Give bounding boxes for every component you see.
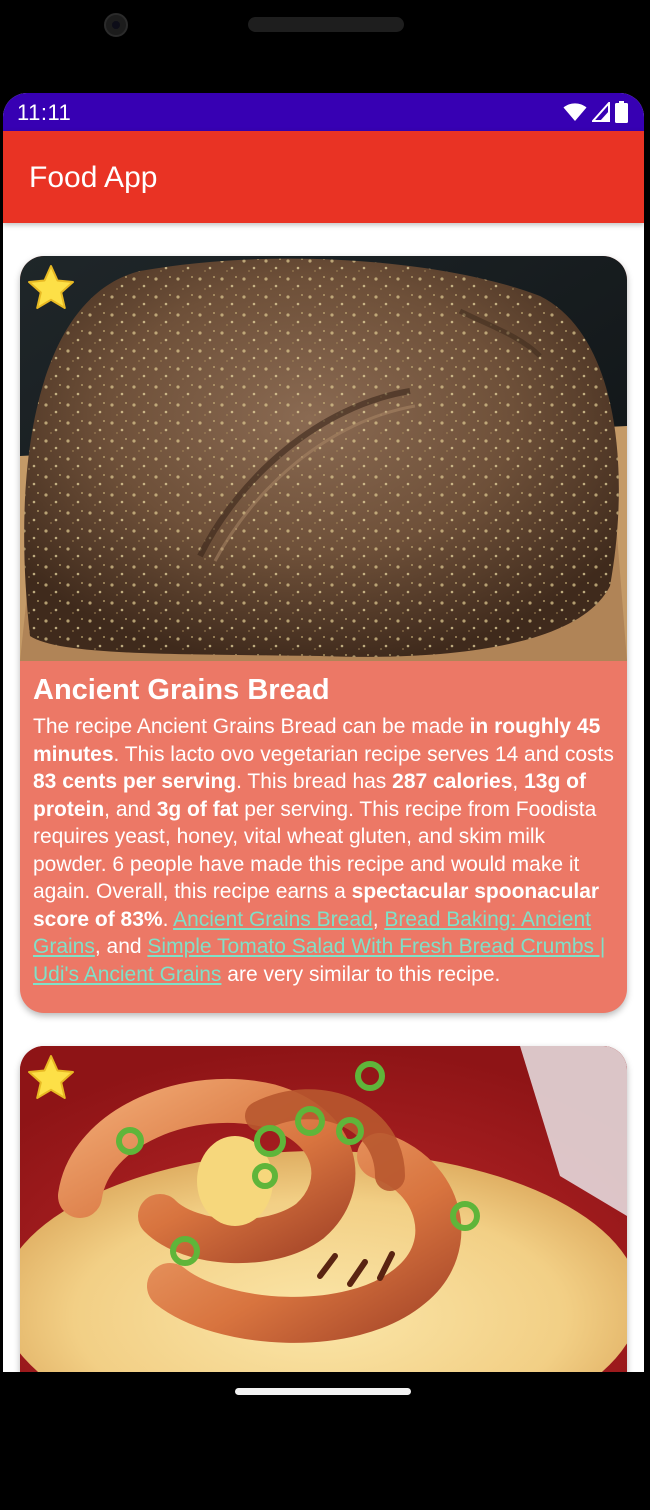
summary-text: are very similar to this recipe.	[221, 962, 501, 986]
wifi-icon	[563, 103, 587, 121]
star-icon[interactable]	[26, 264, 76, 312]
summary-text: The recipe Ancient Grains Bread can be m…	[33, 715, 470, 738]
earpiece-speaker	[248, 17, 404, 32]
bread-loaf-image	[20, 256, 627, 661]
summary-text: , and	[94, 935, 148, 958]
recipe-card-body: Ancient Grains Bread The recipe Ancient …	[20, 661, 627, 988]
cell-signal-icon	[592, 102, 610, 122]
star-icon[interactable]	[26, 1054, 76, 1102]
recipe-card[interactable]	[20, 1046, 627, 1372]
status-time: 11:11	[17, 100, 72, 125]
battery-icon	[615, 101, 628, 123]
summary-text: . This bread has	[236, 770, 393, 793]
summary-text: . This lacto ovo vegetarian recipe serve…	[113, 742, 614, 766]
navigation-bar	[0, 1372, 650, 1510]
status-icons	[563, 100, 628, 124]
summary-text: ,	[372, 907, 385, 931]
summary-text: .	[162, 907, 174, 931]
recipe-title: Ancient Grains Bread	[33, 674, 330, 706]
recipe-list[interactable]: Ancient Grains Bread The recipe Ancient …	[3, 223, 644, 1372]
front-camera	[104, 13, 128, 37]
summary-bold-text: 287 calories	[392, 770, 513, 793]
app-bar: Food App	[3, 131, 644, 223]
home-indicator[interactable]	[235, 1388, 411, 1395]
summary-bold-text: 83 cents per serving	[33, 770, 237, 793]
recipe-summary: The recipe Ancient Grains Bread can be m…	[33, 713, 614, 988]
recipe-card[interactable]: Ancient Grains Bread The recipe Ancient …	[20, 256, 627, 1013]
summary-bold-text: 3g of fat	[156, 797, 239, 821]
phone-screen: 11:11 Food App Ancient Grains Bread The …	[3, 93, 644, 1372]
shrimp-and-grits-image	[20, 1046, 627, 1372]
similar-recipe-link[interactable]: Ancient Grains Bread	[173, 908, 373, 931]
summary-text: , and	[104, 797, 157, 821]
app-title: Food App	[29, 161, 158, 194]
status-bar: 11:11	[3, 93, 644, 131]
summary-text: ,	[512, 770, 525, 793]
